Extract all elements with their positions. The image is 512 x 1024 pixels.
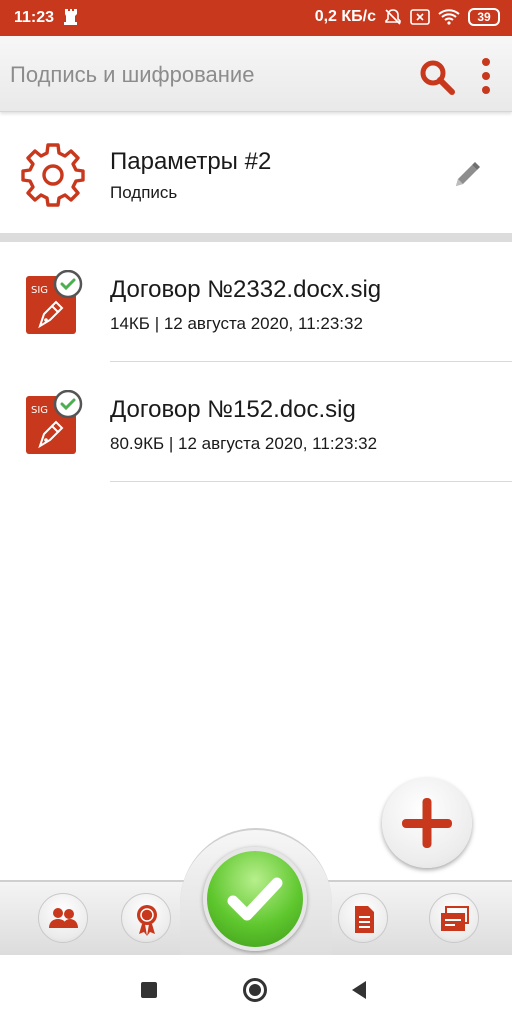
status-right: 0,2 КБ/с 39 bbox=[315, 8, 500, 26]
page-title: Подпись и шифрование bbox=[10, 62, 255, 87]
windows-icon bbox=[441, 906, 469, 931]
file-list-item[interactable]: SIG Договор №152.doc.sig 80.9КБ | 12 авг… bbox=[0, 362, 512, 482]
file-name: Договор №152.doc.sig bbox=[110, 396, 356, 423]
back-icon[interactable] bbox=[352, 981, 366, 999]
search-icon[interactable] bbox=[418, 58, 456, 96]
app-bar: Подпись и шифрование bbox=[0, 36, 512, 112]
mute-icon bbox=[385, 9, 401, 25]
certificate-icon bbox=[137, 905, 157, 936]
app-notification-icon bbox=[64, 9, 77, 25]
status-time: 11:23 bbox=[14, 9, 55, 26]
system-nav-bar bbox=[0, 955, 512, 1024]
sim-blocked-icon bbox=[410, 9, 430, 25]
more-vert-icon[interactable] bbox=[474, 56, 498, 96]
signed-file-icon: SIG bbox=[26, 270, 83, 334]
windows-button[interactable] bbox=[429, 893, 479, 943]
wifi-icon bbox=[438, 9, 460, 25]
battery-indicator: 39 bbox=[468, 8, 500, 26]
file-meta: 80.9КБ | 12 августа 2020, 11:23:32 bbox=[110, 434, 378, 453]
params-subtitle: Подпись bbox=[110, 183, 178, 202]
plus-icon bbox=[402, 798, 452, 848]
pencil-icon[interactable] bbox=[452, 160, 482, 190]
document-icon bbox=[355, 906, 374, 933]
confirm-button[interactable] bbox=[203, 847, 307, 951]
sig-badge-text: SIG bbox=[31, 405, 48, 416]
contacts-button[interactable] bbox=[38, 893, 88, 943]
signed-file-icon: SIG bbox=[26, 390, 83, 454]
home-icon[interactable] bbox=[243, 978, 267, 1002]
file-name: Договор №2332.docx.sig bbox=[110, 276, 382, 303]
document-button[interactable] bbox=[338, 893, 388, 943]
gear-icon bbox=[21, 143, 85, 207]
section-divider bbox=[0, 233, 512, 242]
status-bar: 11:23 0,2 КБ/с 39 bbox=[0, 0, 512, 36]
params-title: Параметры #2 bbox=[110, 148, 272, 175]
contacts-icon bbox=[49, 908, 78, 928]
file-list-item[interactable]: SIG Договор №2332.docx.sig 14КБ | 12 авг… bbox=[0, 242, 512, 362]
confirm-check-icon bbox=[227, 877, 283, 921]
recents-icon[interactable] bbox=[141, 982, 157, 998]
certificate-button[interactable] bbox=[121, 893, 171, 943]
sig-badge-text: SIG bbox=[31, 285, 48, 296]
add-button[interactable] bbox=[382, 778, 472, 868]
network-speed: 0,2 КБ/с bbox=[314, 8, 376, 25]
list-divider bbox=[110, 481, 512, 482]
file-meta: 14КБ | 12 августа 2020, 11:23:32 bbox=[110, 314, 363, 333]
